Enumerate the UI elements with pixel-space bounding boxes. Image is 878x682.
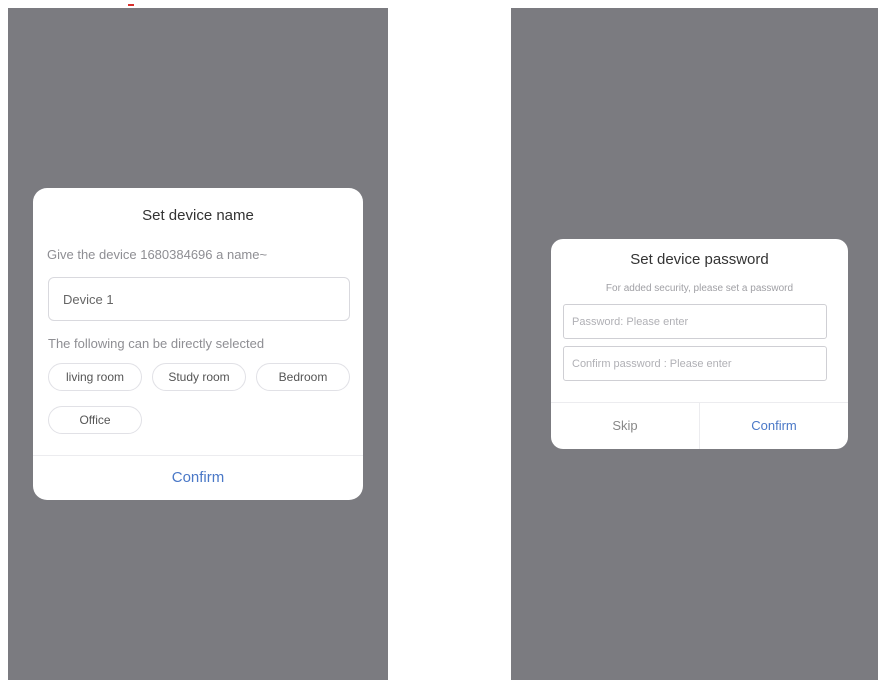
device-name-input[interactable] [48, 277, 350, 321]
set-device-password-dialog: Set device password For added security, … [551, 239, 848, 449]
set-device-name-dialog: Set device name Give the device 16803846… [33, 188, 363, 500]
chip-living-room[interactable]: living room [48, 363, 142, 391]
confirm-button[interactable]: Confirm [700, 403, 848, 449]
dialog-footer: Skip Confirm [551, 402, 848, 449]
red-mark [128, 4, 134, 6]
dialog-title: Set device password [630, 251, 769, 268]
dialog-title: Set device name [142, 207, 254, 224]
screen-set-device-password: Set device password For added security, … [511, 8, 878, 680]
skip-button[interactable]: Skip [551, 403, 700, 449]
password-input[interactable] [563, 304, 827, 339]
preset-names-hint: The following can be directly selected [48, 336, 265, 351]
confirm-button[interactable]: Confirm [33, 455, 363, 500]
page: Set device name Give the device 16803846… [0, 0, 878, 682]
preset-name-chips: living room Study room Bedroom Office [33, 363, 363, 443]
dialog-subtitle: For added security, please set a passwor… [605, 283, 794, 294]
confirm-password-input[interactable] [563, 346, 827, 381]
dialog-subtitle: Give the device 1680384696 a name~ [47, 247, 268, 262]
chip-office[interactable]: Office [48, 406, 142, 434]
chip-bedroom[interactable]: Bedroom [256, 363, 350, 391]
screen-set-device-name: Set device name Give the device 16803846… [8, 8, 388, 680]
chip-study-room[interactable]: Study room [152, 363, 246, 391]
